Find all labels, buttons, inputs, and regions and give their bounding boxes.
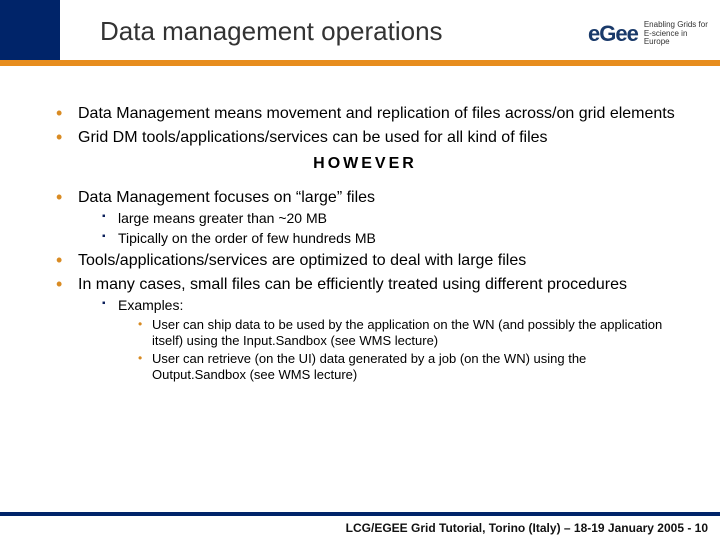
sub-bullet-item: large means greater than ~20 MB (100, 210, 680, 228)
bullet-item: Data Management means movement and repli… (50, 104, 680, 124)
logo-tagline: Enabling Grids for E-science in Europe (644, 21, 708, 47)
example-item: User can retrieve (on the UI) data gener… (136, 351, 680, 384)
example-list: User can ship data to be used by the app… (136, 317, 680, 384)
slide-content: Data Management means movement and repli… (0, 86, 720, 512)
footer-text: LCG/EGEE Grid Tutorial, Torino (Italy) –… (346, 521, 708, 535)
logo-mark: eGee (588, 21, 638, 47)
example-item: User can ship data to be used by the app… (136, 317, 680, 350)
slide: Data management operations eGee Enabling… (0, 0, 720, 540)
sub-bullet-item: Examples: User can ship data to be used … (100, 297, 680, 384)
header: Data management operations eGee Enabling… (0, 0, 720, 86)
bullet-item: Data Management focuses on “large” files… (50, 188, 680, 247)
bullet-group-2: Data Management focuses on “large” files… (50, 188, 680, 384)
bullet-item: In many cases, small files can be effici… (50, 275, 680, 384)
slide-title: Data management operations (100, 16, 443, 47)
bullet-text: Data Management focuses on “large” files (78, 189, 375, 206)
footer: LCG/EGEE Grid Tutorial, Torino (Italy) –… (0, 516, 720, 540)
bullet-item: Tools/applications/services are optimize… (50, 251, 680, 271)
bullet-group-1: Data Management means movement and repli… (50, 104, 680, 148)
sub-bullet-item: Tipically on the order of few hundreds M… (100, 230, 680, 248)
bullet-item: Grid DM tools/applications/services can … (50, 128, 680, 148)
sub-bullet-group: Examples: User can ship data to be used … (100, 297, 680, 384)
sub-bullet-group: large means greater than ~20 MB Tipicall… (100, 210, 680, 247)
header-orange-bar (0, 60, 720, 66)
bullet-text: In many cases, small files can be effici… (78, 276, 627, 293)
however-heading: HOWEVER (50, 154, 680, 174)
egee-logo: eGee Enabling Grids for E-science in Eur… (588, 6, 708, 62)
header-accent-square (0, 0, 60, 60)
examples-label: Examples: (118, 297, 183, 313)
